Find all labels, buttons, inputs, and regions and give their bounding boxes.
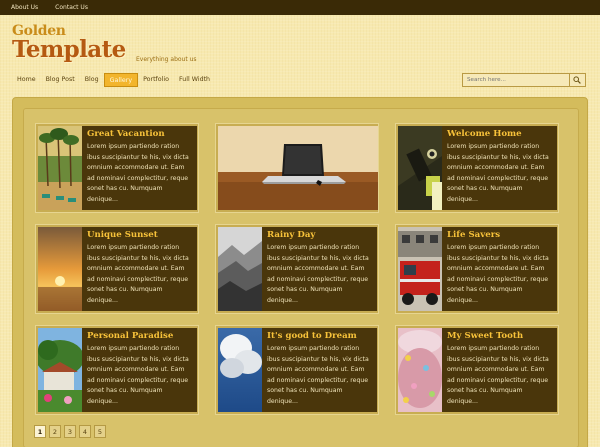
card-excerpt: Lorem ipsum partiendo ration ibus suscip… bbox=[267, 244, 369, 304]
card-title[interactable]: Rainy Day bbox=[267, 230, 372, 240]
card-excerpt: Lorem ipsum partiendo ration ibus suscip… bbox=[447, 244, 549, 304]
vacation-photo bbox=[38, 126, 82, 210]
card-excerpt: Lorem ipsum partiendo ration ibus suscip… bbox=[87, 143, 189, 203]
gallery-card[interactable]: Welcome Home Lorem ipsum partiendo ratio… bbox=[395, 123, 559, 213]
card-title[interactable]: Personal Paradise bbox=[87, 331, 192, 341]
search-box bbox=[462, 73, 586, 87]
card-title[interactable]: Welcome Home bbox=[447, 129, 552, 139]
home-photo bbox=[398, 126, 442, 210]
page-2-button[interactable]: 2 bbox=[49, 425, 61, 438]
paradise-photo bbox=[38, 328, 82, 412]
card-excerpt: Lorem ipsum partiendo ration ibus suscip… bbox=[447, 143, 549, 203]
nav-item-gallery[interactable]: Gallery bbox=[103, 73, 139, 87]
card-excerpt: Lorem ipsum partiendo ration ibus suscip… bbox=[267, 345, 369, 405]
card-excerpt: Lorem ipsum partiendo ration ibus suscip… bbox=[87, 244, 189, 304]
card-title[interactable]: Life Savers bbox=[447, 230, 552, 240]
gallery-card[interactable]: Rainy Day Lorem ipsum partiendo ration i… bbox=[215, 224, 379, 314]
page-1-button[interactable]: 1 bbox=[34, 425, 46, 438]
page-3-button[interactable]: 3 bbox=[64, 425, 76, 438]
gallery-card[interactable]: It's good to Dream Lorem ipsum partiendo… bbox=[215, 325, 379, 415]
nav-item-portfolio[interactable]: Portfolio bbox=[138, 73, 174, 87]
page-4-button[interactable]: 4 bbox=[79, 425, 91, 438]
card-title[interactable]: Great Vacantion bbox=[87, 129, 192, 139]
search-button[interactable] bbox=[569, 74, 583, 86]
card-title[interactable]: Unique Sunset bbox=[87, 230, 192, 240]
page-5-button[interactable]: 5 bbox=[94, 425, 106, 438]
nav-item-home[interactable]: Home bbox=[12, 73, 41, 87]
about-us-link[interactable]: About Us bbox=[11, 4, 38, 11]
gallery-area: Great Vacantion Lorem ipsum partiendo ra… bbox=[23, 108, 579, 447]
clouds-photo bbox=[218, 328, 262, 412]
nav-item-blog-post[interactable]: Blog Post bbox=[41, 73, 80, 87]
site-logo[interactable]: Golden Template bbox=[12, 24, 126, 62]
nav-item-blog[interactable]: Blog bbox=[80, 73, 104, 87]
card-excerpt: Lorem ipsum partiendo ration ibus suscip… bbox=[87, 345, 189, 405]
rainy-day-photo bbox=[218, 227, 262, 311]
search-icon bbox=[572, 76, 581, 84]
gallery-card[interactable]: Great Vacantion Lorem ipsum partiendo ra… bbox=[35, 123, 199, 213]
nav-item-full-width[interactable]: Full Width bbox=[174, 73, 215, 87]
pagination: 1 2 3 4 5 bbox=[34, 425, 109, 438]
card-title[interactable]: My Sweet Tooth bbox=[447, 331, 552, 341]
gallery-card[interactable] bbox=[215, 123, 379, 213]
laptop-photo bbox=[218, 126, 378, 210]
search-input[interactable] bbox=[463, 74, 569, 86]
main-nav: Home Blog Post Blog Gallery Portfolio Fu… bbox=[12, 73, 215, 87]
content-panel: Great Vacantion Lorem ipsum partiendo ra… bbox=[12, 97, 588, 447]
top-bar: About Us Contact Us bbox=[0, 0, 600, 15]
tagline: Everything about us bbox=[136, 56, 197, 63]
gallery-card[interactable]: Personal Paradise Lorem ipsum partiendo … bbox=[35, 325, 199, 415]
contact-us-link[interactable]: Contact Us bbox=[55, 4, 88, 11]
sunset-photo bbox=[38, 227, 82, 311]
gallery-card[interactable]: Unique Sunset Lorem ipsum partiendo rati… bbox=[35, 224, 199, 314]
fire-truck-photo bbox=[398, 227, 442, 311]
gallery-card[interactable]: My Sweet Tooth Lorem ipsum partiendo rat… bbox=[395, 325, 559, 415]
logo-line-2: Template bbox=[12, 36, 126, 63]
card-excerpt: Lorem ipsum partiendo ration ibus suscip… bbox=[447, 345, 549, 405]
gallery-card[interactable]: Life Savers Lorem ipsum partiendo ration… bbox=[395, 224, 559, 314]
card-title[interactable]: It's good to Dream bbox=[267, 331, 372, 341]
sweets-photo bbox=[398, 328, 442, 412]
